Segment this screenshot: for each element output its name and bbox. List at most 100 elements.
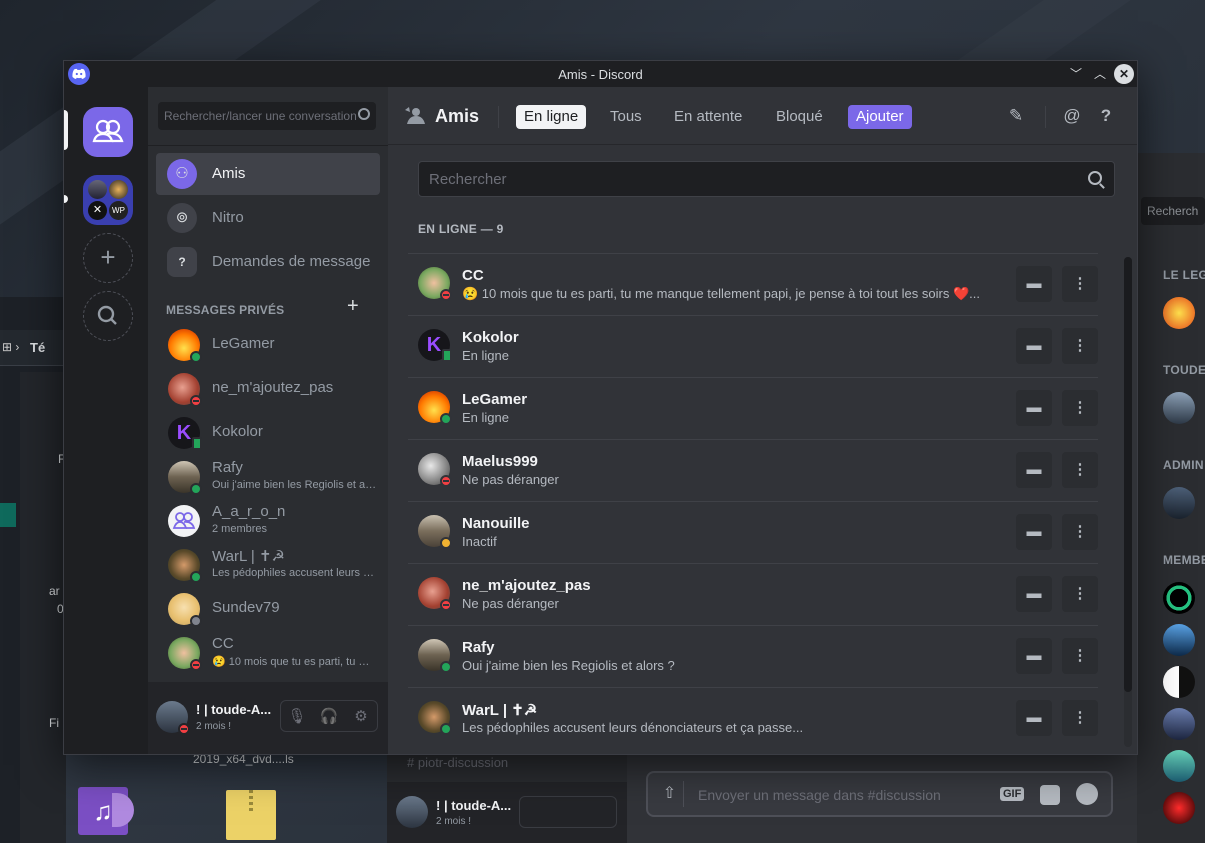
friend-row[interactable]: Nanouille Inactif ▬ ⋮ (408, 501, 1098, 563)
gif-button[interactable]: GIF (1000, 787, 1025, 801)
inbox-mention-icon[interactable]: @ (1061, 105, 1083, 127)
nav-friends[interactable]: ⚇ Amis (156, 153, 380, 195)
channel-label[interactable]: # piotr-discussion (407, 755, 508, 770)
friend-name: CC (462, 267, 484, 284)
help-icon[interactable]: ? (1095, 105, 1117, 127)
create-dm-button[interactable]: + (347, 295, 359, 318)
scrollbar-thumb[interactable] (1124, 257, 1132, 692)
more-options-icon[interactable]: ⋮ (1062, 514, 1098, 550)
dm-subtitle: Oui j'aime bien les Regiolis et alors ? (212, 479, 377, 491)
friend-row[interactable]: WarL | ✝☭ Les pédophiles accusent leurs … (408, 687, 1098, 749)
upload-icon[interactable]: ⇧ (656, 781, 684, 807)
archive-file-icon[interactable] (226, 790, 276, 840)
search-icon (97, 305, 117, 325)
background-search-input[interactable]: Recherch (1141, 197, 1205, 225)
dm-item[interactable]: Rafy Oui j'aime bien les Regiolis et alo… (156, 455, 380, 499)
avatar[interactable] (396, 796, 428, 828)
friend-row[interactable]: ne_m'ajoutez_pas Ne pas déranger ▬ ⋮ (408, 563, 1098, 625)
friends-search-input[interactable]: Rechercher (418, 161, 1115, 197)
friends-wave-icon (405, 107, 425, 124)
dm-name: WarL | ✝☭ (212, 548, 285, 565)
message-input[interactable]: ⇧ Envoyer un message dans #discussion GI… (646, 771, 1113, 817)
friend-row[interactable]: K Kokolor En ligne ▬ ⋮ (408, 315, 1098, 377)
sticker-icon[interactable] (1040, 785, 1060, 805)
member-avatar[interactable] (1163, 708, 1195, 740)
member-avatar[interactable] (1163, 666, 1195, 698)
more-options-icon[interactable]: ⋮ (1062, 452, 1098, 488)
dm-item[interactable]: WarL | ✝☭ Les pédophiles accusent leurs … (156, 543, 380, 587)
member-avatar[interactable] (1163, 792, 1195, 824)
more-options-icon[interactable]: ⋮ (1062, 266, 1098, 302)
friend-row[interactable]: Maelus999 Ne pas déranger ▬ ⋮ (408, 439, 1098, 501)
message-icon[interactable]: ▬ (1016, 266, 1052, 302)
dm-item[interactable]: ne_m'ajoutez_pas (156, 367, 380, 411)
friend-row[interactable]: CC 😢 10 mois que tu es parti, tu me manq… (408, 253, 1098, 315)
friend-row[interactable]: LeGamer En ligne ▬ ⋮ (408, 377, 1098, 439)
online-status-icon (190, 351, 202, 363)
dm-item[interactable]: CC 😢 10 mois que tu es parti, tu me manq… (156, 631, 380, 675)
message-icon[interactable]: ▬ (1016, 390, 1052, 426)
member-avatar[interactable] (1163, 487, 1195, 519)
add-friend-button[interactable]: Ajouter (848, 105, 912, 129)
online-status-icon (440, 661, 452, 673)
friends-icon: ⚇ (167, 159, 197, 189)
tab-blocked[interactable]: Bloqué (768, 105, 831, 129)
member-avatar[interactable] (1163, 624, 1195, 656)
new-group-dm-icon[interactable]: ✎ (1005, 105, 1027, 127)
message-icon[interactable]: ▬ (1016, 514, 1052, 550)
minimize-button[interactable]: ﹀ (1066, 64, 1086, 84)
microphone-icon[interactable]: 🎙 (284, 704, 310, 730)
friend-name: WarL | ✝☭ (462, 702, 538, 719)
more-options-icon[interactable]: ⋮ (1062, 700, 1098, 736)
explore-servers-button[interactable] (83, 291, 133, 341)
message-icon[interactable]: ▬ (1016, 700, 1052, 736)
friend-status-text: Inactif (462, 534, 497, 549)
dm-name: Rafy (212, 459, 243, 476)
more-options-icon[interactable]: ⋮ (1062, 328, 1098, 364)
message-icon[interactable]: ▬ (1016, 328, 1052, 364)
more-options-icon[interactable]: ⋮ (1062, 390, 1098, 426)
maximize-button[interactable]: ︿ (1090, 64, 1110, 84)
member-avatar[interactable] (1163, 750, 1195, 782)
more-options-icon[interactable]: ⋮ (1062, 576, 1098, 612)
member-avatar[interactable] (1163, 582, 1195, 614)
tab-all[interactable]: Tous (602, 105, 650, 129)
settings-gear-icon[interactable]: ⚙ (348, 704, 374, 730)
titlebar: Amis - Discord ﹀ ︿ ✕ (64, 61, 1137, 87)
member-avatar[interactable] (1163, 392, 1195, 424)
dm-name: Kokolor (212, 423, 263, 440)
tab-pending[interactable]: En attente (666, 105, 750, 129)
add-server-button[interactable]: + (83, 233, 133, 283)
home-button[interactable] (83, 107, 133, 157)
mobile-status-icon (442, 349, 452, 362)
nav-label: Nitro (212, 209, 244, 226)
dm-item[interactable]: Sundev79 (156, 587, 380, 631)
more-options-icon[interactable]: ⋮ (1062, 638, 1098, 674)
friend-status-text: Oui j'aime bien les Regiolis et alors ? (462, 658, 675, 673)
dm-item[interactable]: A_a_r_o_n 2 membres (156, 499, 380, 543)
nav-nitro[interactable]: ⊚ Nitro (156, 197, 380, 239)
user-name[interactable]: ! | toude-A... (196, 702, 271, 717)
message-icon[interactable]: ▬ (1016, 576, 1052, 612)
dm-item[interactable]: K Kokolor (156, 411, 380, 455)
headphones-icon[interactable]: 🎧 (316, 704, 342, 730)
close-button[interactable]: ✕ (1114, 64, 1134, 84)
dm-subtitle: Les pédophiles accusent leurs dénonciate… (212, 567, 377, 579)
user-name: ! | toude-A... (436, 798, 512, 813)
online-status-icon (190, 571, 202, 583)
user-panel: ! | toude-A... 2 mois ! 🎙 🎧 ⚙ (148, 682, 388, 754)
conversation-search-input[interactable]: Rechercher/lancer une conversation (158, 102, 376, 130)
friend-row[interactable]: Rafy Oui j'aime bien les Regiolis et alo… (408, 625, 1098, 687)
dm-item[interactable]: LeGamer (156, 323, 380, 367)
message-icon[interactable]: ▬ (1016, 638, 1052, 674)
nav-message-requests[interactable]: ? Demandes de message (156, 241, 380, 283)
dnd-status-icon (190, 659, 202, 671)
tab-online[interactable]: En ligne (516, 105, 587, 129)
member-avatar[interactable] (1163, 297, 1195, 329)
dm-name: ne_m'ajoutez_pas (212, 379, 334, 396)
message-icon[interactable]: ▬ (1016, 452, 1052, 488)
server-folder[interactable]: ✕ WP (83, 175, 133, 225)
emoji-icon[interactable] (1076, 783, 1098, 805)
window-title: Amis - Discord (558, 67, 643, 82)
search-placeholder: Rechercher/lancer une conversation (164, 109, 357, 123)
